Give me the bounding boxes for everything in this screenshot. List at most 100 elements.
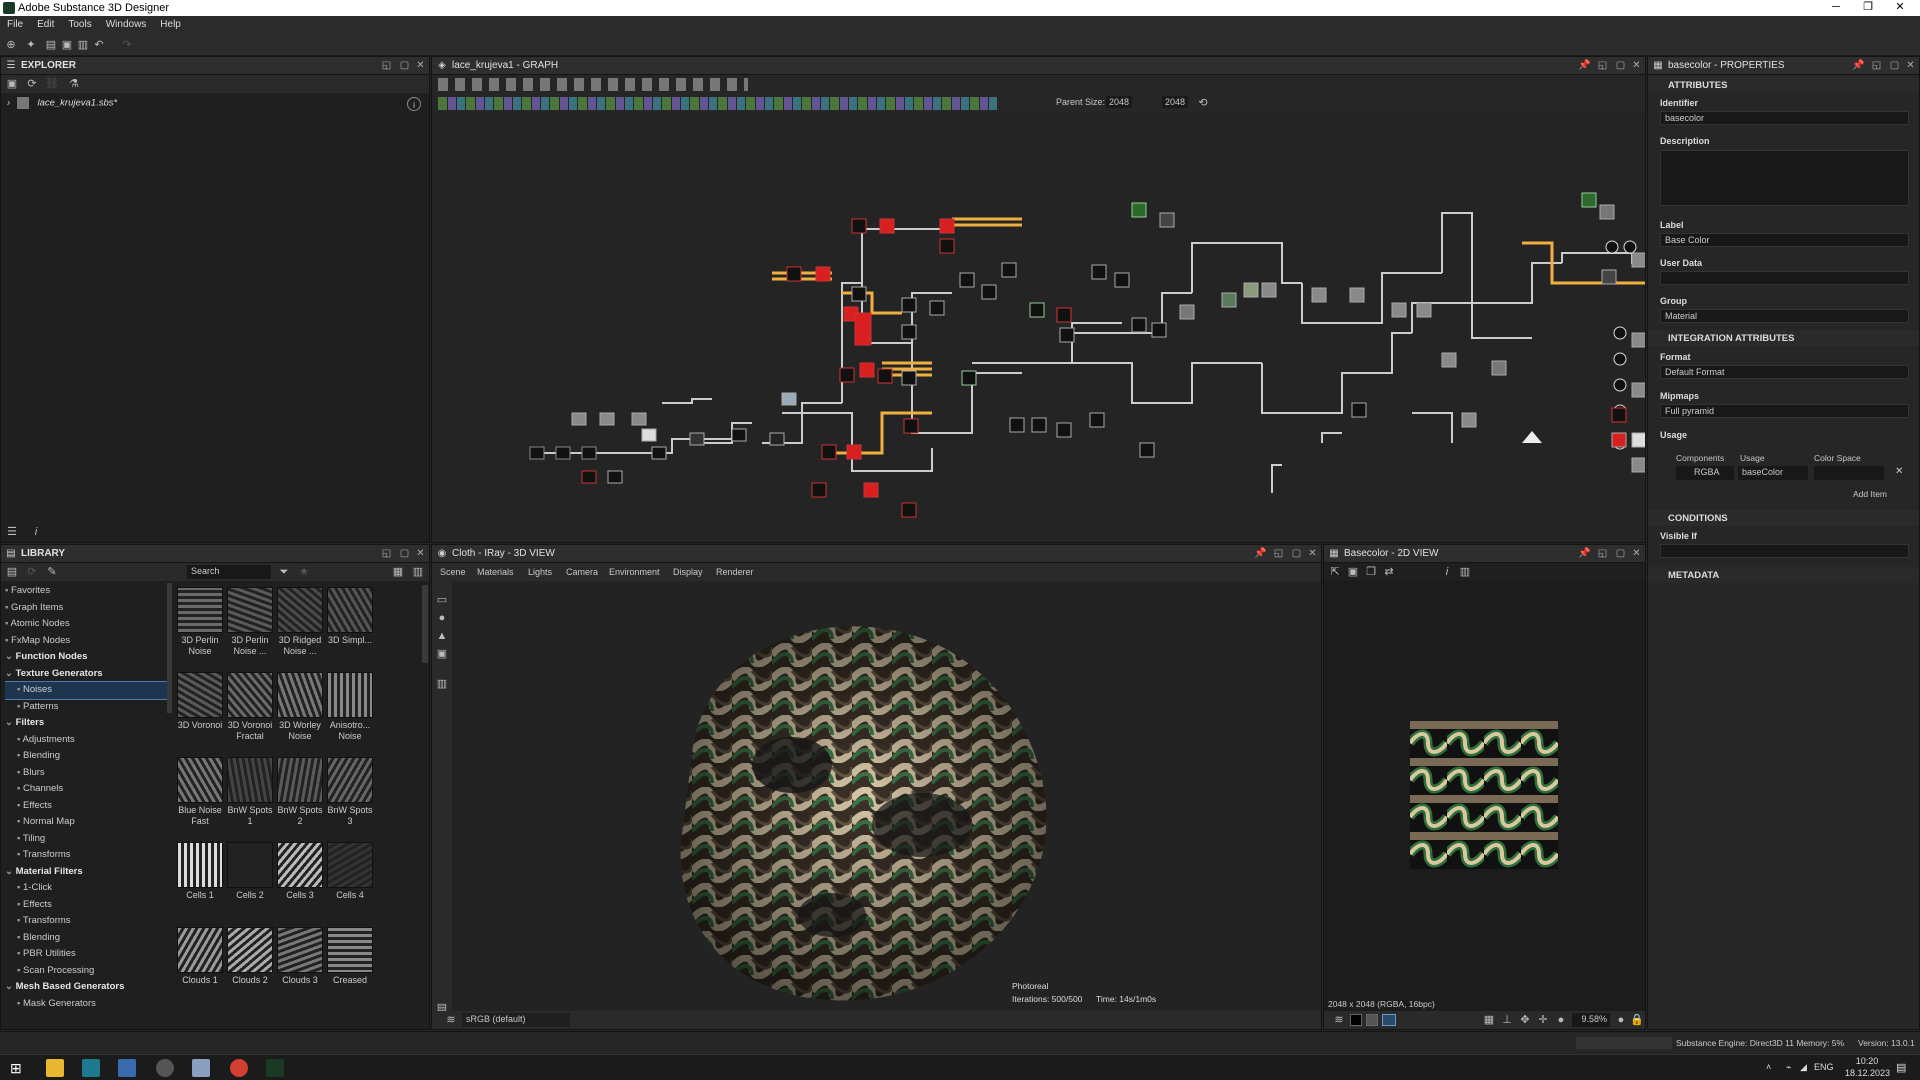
maximize-panel-icon[interactable]: ▢ xyxy=(398,59,411,72)
library-search-input[interactable]: Search xyxy=(187,565,271,579)
library-tree-item[interactable]: ⌄ Material Filters xyxy=(5,864,167,881)
description-field[interactable] xyxy=(1660,150,1909,206)
library-thumbnail[interactable] xyxy=(177,842,223,888)
app-3-icon[interactable] xyxy=(82,1059,100,1077)
histogram-icon[interactable]: ▥ xyxy=(1458,565,1472,579)
info-icon[interactable]: i xyxy=(407,97,421,111)
library-tree-item[interactable]: ⌄ Mesh Based Generators xyxy=(5,979,167,996)
output-size-select[interactable]: 2048 xyxy=(1162,96,1189,108)
parent-size-select[interactable]: 2048 xyxy=(1106,96,1133,108)
library-thumbnail[interactable] xyxy=(277,757,323,803)
close-panel-icon[interactable]: ✕ xyxy=(414,547,427,560)
compare-icon[interactable]: ⇄ xyxy=(1382,565,1396,579)
tiling-icon[interactable]: ▦ xyxy=(1482,1013,1496,1027)
integration-section[interactable]: INTEGRATION ATTRIBUTES xyxy=(1648,330,1919,346)
export-icon[interactable]: ⇱ xyxy=(1328,565,1342,579)
substance-designer-icon[interactable] xyxy=(266,1059,284,1077)
library-thumbnail[interactable] xyxy=(277,927,323,973)
3d-mesh-preview[interactable] xyxy=(612,595,1092,1015)
graph-tools-icon[interactable] xyxy=(438,78,748,91)
colorspace-select[interactable] xyxy=(1814,466,1884,480)
stats-icon[interactable]: ▥ xyxy=(435,677,449,691)
add-item-button[interactable]: Add Item xyxy=(1853,489,1887,499)
library-tree-item[interactable]: ▪ Effects xyxy=(5,798,167,815)
list-view-icon[interactable]: ▥ xyxy=(411,565,425,579)
library-thumbnail[interactable] xyxy=(227,757,273,803)
library-tree-item[interactable]: ▪ Adjustments xyxy=(5,732,167,749)
library-refresh-icon[interactable]: ⟳ xyxy=(25,565,39,579)
library-thumbnail[interactable] xyxy=(227,842,273,888)
clock-date[interactable]: 18.12.2023 xyxy=(1845,1068,1890,1078)
graph-nodes[interactable] xyxy=(529,192,1645,518)
material-icon[interactable]: ▣ xyxy=(435,647,449,661)
tab-renderer[interactable]: Renderer xyxy=(716,567,754,577)
library-thumbnail[interactable] xyxy=(227,672,273,718)
pin-icon[interactable]: 📌 xyxy=(1852,59,1865,72)
library-thumbnail[interactable] xyxy=(227,927,273,973)
tab-camera[interactable]: Camera xyxy=(566,567,598,577)
float-icon[interactable]: ◱ xyxy=(1596,59,1609,72)
remove-usage-icon[interactable]: ✕ xyxy=(1895,466,1903,477)
layers-icon[interactable]: ≋ xyxy=(444,1013,458,1027)
explorer-info-icon[interactable]: i xyxy=(29,525,43,539)
close-window-button[interactable]: ✕ xyxy=(1884,0,1916,16)
ruler-icon[interactable]: ⊥ xyxy=(1500,1013,1514,1027)
label-field[interactable]: Base Color xyxy=(1660,233,1909,247)
library-tree-item[interactable]: ▪ Normal Map xyxy=(5,814,167,831)
library-thumbnail[interactable] xyxy=(327,672,373,718)
visible-if-field[interactable] xyxy=(1660,544,1909,558)
package-item[interactable]: › lace_krujeva1.sbs* xyxy=(7,97,117,109)
refresh-icon[interactable]: ⟳ xyxy=(25,77,39,91)
tab-display[interactable]: Display xyxy=(673,567,703,577)
library-tree-icon[interactable]: ▤ xyxy=(5,565,19,579)
grid-scrollbar[interactable] xyxy=(422,585,428,663)
usage-select[interactable]: baseColor xyxy=(1738,466,1808,480)
tab-materials[interactable]: Materials xyxy=(477,567,514,577)
lock-icon[interactable]: 🔒 xyxy=(1630,1013,1644,1027)
language-indicator[interactable]: ENG xyxy=(1814,1062,1834,1072)
save-image-icon[interactable]: ▣ xyxy=(1346,565,1360,579)
tab-scene[interactable]: Scene xyxy=(440,567,466,577)
components-select[interactable]: RGBA xyxy=(1676,466,1734,480)
menu-edit[interactable]: Edit xyxy=(30,16,61,30)
library-tree-item[interactable]: ▪ 1-Click xyxy=(5,880,167,897)
zoom-reset-icon[interactable]: ● xyxy=(1614,1013,1628,1027)
copy-icon[interactable]: ❐ xyxy=(1364,565,1378,579)
library-tree-item[interactable]: ⌄ Filters xyxy=(5,715,167,732)
clock-time[interactable]: 10:20 xyxy=(1845,1056,1889,1066)
close-panel-icon[interactable]: ✕ xyxy=(414,59,427,72)
pin-icon[interactable]: 📌 xyxy=(1578,59,1591,72)
library-tree-item[interactable]: ▪ Graph Items xyxy=(5,600,167,617)
pin-icon[interactable]: 📌 xyxy=(1254,547,1267,560)
library-thumbnail[interactable] xyxy=(177,672,223,718)
explorer-list-icon[interactable]: ☰ xyxy=(5,525,19,539)
zoom-field[interactable]: 9.58% xyxy=(1572,1013,1610,1027)
library-tree-item[interactable]: ▪ Transforms xyxy=(5,847,167,864)
library-tree-item[interactable]: ▪ Transforms xyxy=(5,913,167,930)
close-panel-icon[interactable]: ✕ xyxy=(1630,547,1643,560)
library-thumbnail[interactable] xyxy=(277,587,323,633)
filter-icon[interactable]: ⏷ xyxy=(277,565,291,579)
library-tree-item[interactable]: ▪ FxMap Nodes xyxy=(5,633,167,650)
format-select[interactable]: Default Format xyxy=(1660,365,1909,379)
environment-icon[interactable]: ▲ xyxy=(435,629,449,643)
library-thumbnail[interactable] xyxy=(277,672,323,718)
save-icon[interactable]: ▣ xyxy=(60,38,74,52)
library-tree-item[interactable]: ▪ Mask Generators xyxy=(5,996,167,1013)
library-tree-item[interactable]: ▪ Blurs xyxy=(5,765,167,782)
menu-help[interactable]: Help xyxy=(153,16,188,30)
app-folder-icon[interactable] xyxy=(118,1059,136,1077)
group-field[interactable]: Material xyxy=(1660,309,1909,323)
close-panel-icon[interactable]: ✕ xyxy=(1306,547,1319,560)
maximize-panel-icon[interactable]: ▢ xyxy=(1290,547,1303,560)
pin-icon[interactable]: 📌 xyxy=(1578,547,1591,560)
notifications-icon[interactable]: ▤ xyxy=(1896,1061,1906,1074)
library-thumbnail[interactable] xyxy=(177,587,223,633)
float-icon[interactable]: ◱ xyxy=(1870,59,1883,72)
library-tree-item[interactable]: ⌄ Function Nodes xyxy=(5,649,167,666)
maximize-panel-icon[interactable]: ▢ xyxy=(1614,547,1627,560)
reset-size-icon[interactable]: ⟲ xyxy=(1196,96,1210,110)
layers-icon[interactable]: ≋ xyxy=(1332,1013,1346,1027)
chrome-icon[interactable] xyxy=(230,1059,248,1077)
new-graph-icon[interactable]: ✦ xyxy=(24,38,38,52)
